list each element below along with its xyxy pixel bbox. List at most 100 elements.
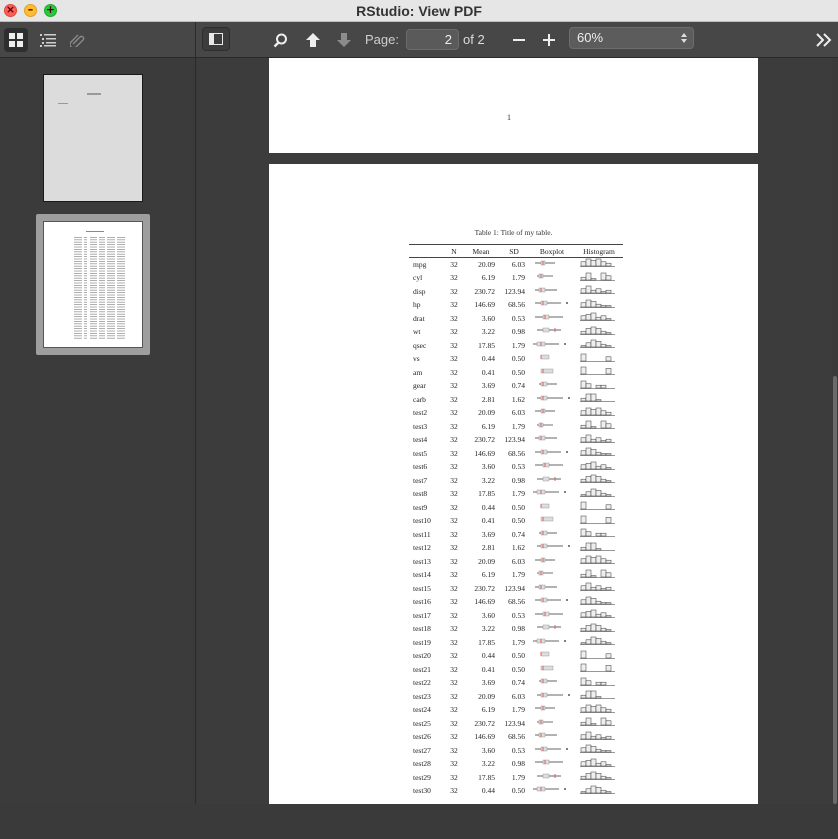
thumbnail-text-line <box>84 241 87 243</box>
thumbnail-text-line <box>107 277 115 279</box>
table-row: test17 32 3.60 0.53 <box>409 609 623 623</box>
thumbnail-text-line <box>99 273 105 274</box>
row-variable: test16 <box>413 597 431 606</box>
pdf-page-1: 1 <box>269 58 758 153</box>
thumbnail-text-line <box>74 309 82 310</box>
row-sd: 123.94 <box>504 286 525 296</box>
row-boxplot <box>529 501 575 515</box>
thumbnail-text-line <box>84 337 87 339</box>
histogram-bar <box>600 261 607 267</box>
row-histogram <box>575 528 623 542</box>
histogram-bar <box>595 288 602 294</box>
row-histogram <box>575 474 623 488</box>
row-n: 32 <box>450 394 458 404</box>
histogram-bar <box>600 532 607 537</box>
thumbnail-text-line <box>107 249 115 250</box>
histogram-bar <box>580 734 587 739</box>
thumbnail-text-line <box>90 275 97 277</box>
boxplot-mark <box>537 543 570 549</box>
boxplot-outlier <box>564 639 566 642</box>
previous-page-button[interactable] <box>303 30 323 50</box>
thumbnail-text-line <box>99 330 105 332</box>
thumbnail-text-line <box>74 256 82 257</box>
row-sd: 6.03 <box>511 408 525 417</box>
thumbnail-text-line <box>90 289 97 291</box>
histogram-bar <box>585 717 592 726</box>
thumbnail-text-line <box>90 325 97 327</box>
row-variable: test15 <box>413 583 431 593</box>
histogram-bar <box>595 585 602 591</box>
thumbnail-text-line <box>107 261 115 262</box>
histogram-bar <box>585 624 592 631</box>
zoom-select[interactable]: 60% <box>569 27 694 49</box>
thumbnail-text-line <box>99 253 105 255</box>
histogram-bar <box>605 411 612 415</box>
row-variable: test6 <box>413 462 428 471</box>
thumbnail-text-line <box>74 246 82 248</box>
next-page-button[interactable] <box>334 30 354 50</box>
thumbnail-text-line <box>74 253 82 255</box>
row-histogram <box>575 407 623 421</box>
row-n: 32 <box>450 435 458 444</box>
zoom-in-button[interactable] <box>539 30 559 50</box>
histogram-mark <box>580 299 615 308</box>
histogram-bar <box>585 569 592 577</box>
thumbnail-text-line <box>90 270 97 272</box>
row-histogram <box>575 326 623 340</box>
thumbnail-text-line <box>90 323 97 325</box>
zoom-out-button[interactable] <box>509 30 529 50</box>
histogram-bar <box>590 289 597 294</box>
row-mean: 6.19 <box>481 421 495 431</box>
row-boxplot <box>529 420 575 434</box>
boxplot-box <box>540 300 548 306</box>
scrollbar-thumb[interactable] <box>833 376 837 804</box>
histogram-bar <box>590 557 597 564</box>
vertical-scrollbar[interactable] <box>832 58 838 804</box>
find-button[interactable] <box>270 30 290 50</box>
row-n: 32 <box>450 421 458 431</box>
thumbnail-page-1[interactable] <box>43 74 143 202</box>
histogram-mark <box>580 731 615 740</box>
row-histogram <box>575 312 623 326</box>
thumbnail-text-line <box>90 330 97 332</box>
thumbnail-text-line <box>117 244 125 245</box>
boxplot-mark <box>535 287 557 292</box>
outline-view-button[interactable] <box>36 28 60 52</box>
thumbnail-text-line <box>107 313 115 315</box>
page-number-input[interactable]: 2 <box>406 29 459 50</box>
histogram-bar <box>580 650 587 658</box>
minus-icon <box>513 39 525 41</box>
paperclip-icon <box>70 34 85 47</box>
more-tools-button[interactable] <box>814 30 834 50</box>
boxplot-box <box>540 381 548 387</box>
row-sd: 0.53 <box>511 745 525 755</box>
row-mean: 0.44 <box>481 502 495 512</box>
thumbnail-text-line <box>90 258 97 260</box>
row-boxplot <box>529 528 575 542</box>
row-variable: mpg <box>413 259 427 269</box>
histogram-bar <box>600 558 607 564</box>
histogram-bar <box>590 488 597 496</box>
toggle-sidebar-button[interactable] <box>202 27 230 51</box>
histogram-bar <box>590 461 597 469</box>
thumbnail-text-line <box>90 309 97 310</box>
thumbnail-text-line <box>84 335 87 337</box>
histogram-bar <box>580 345 587 348</box>
thumbnail-text-line <box>117 273 125 274</box>
table-row: wt 32 3.22 0.98 <box>409 326 623 340</box>
row-mean: 2.81 <box>481 394 495 404</box>
row-variable: disp <box>413 286 426 296</box>
table-row: hp 32 146.69 68.56 <box>409 299 623 313</box>
histogram-bar <box>605 466 612 469</box>
thumbnail-text-line <box>74 285 82 286</box>
thumbnail-text-line <box>84 280 87 281</box>
histogram-bar <box>580 276 587 280</box>
attachments-view-button[interactable] <box>66 28 90 52</box>
histogram-bar <box>585 744 592 753</box>
thumbnail-page-2[interactable] <box>43 221 143 348</box>
thumbnail-view-button[interactable] <box>4 28 28 52</box>
thumbnail-text-line <box>99 337 105 339</box>
thumbnail-text-line <box>99 239 105 241</box>
boxplot-mark <box>535 746 568 751</box>
table-row: test16 32 146.69 68.56 <box>409 596 623 610</box>
